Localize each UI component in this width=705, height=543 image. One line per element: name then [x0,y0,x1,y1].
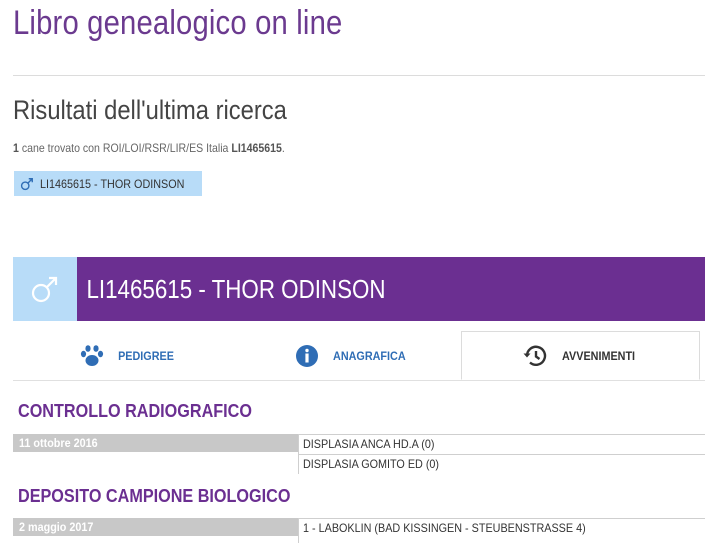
event-date-text: 2 maggio 2017 [19,520,94,534]
search-result-label: LI1465615 - THOR ODINSON [40,176,185,191]
tab-pedigree[interactable]: PEDIGREE [13,331,243,380]
male-icon [31,276,58,303]
result-text-end: . [281,141,285,155]
event-separator [298,518,299,543]
result-text: cane trovato con ROI/LOI/RSR/LIR/ES Ital… [21,141,229,155]
tab-anagrafica[interactable]: ANAGRAFICA [243,331,461,380]
info-icon [295,344,318,367]
event-title: DEPOSITO CAMPIONE BIOLOGICO [18,486,291,506]
tab-avvenimenti[interactable]: AVVENIMENTI [461,331,700,380]
paw-icon [80,344,104,366]
header-divider [13,75,705,76]
event-detail: 1 - LABOKLIN (BAD KISSINGEN - STEUBENSTR… [303,521,586,535]
search-results-heading: Risultati dell'ultima ricerca [13,95,287,125]
dog-title: LI1465615 - THOR ODINSON [86,274,386,304]
dog-tabs: PEDIGREE ANAGRAFICA AVVENIMENTI [13,331,705,381]
tabs-divider [13,380,705,381]
event-detail: DISPLASIA ANCA HD.A (0) [303,437,435,451]
result-count: 1 [13,141,19,155]
event-detail-divider [298,454,705,455]
dog-header: LI1465615 - THOR ODINSON [13,257,705,321]
event-date: 11 ottobre 2016 [13,434,298,452]
search-result-link[interactable]: LI1465615 - THOR ODINSON [14,171,202,196]
history-icon [523,345,547,366]
event-detail: DISPLASIA GOMITO ED (0) [303,457,440,471]
site-title: Libro genealogico on line [13,4,343,42]
tab-pedigree-label: PEDIGREE [118,348,174,363]
result-query: LI1465615 [231,141,282,155]
event-title: CONTROLLO RADIOGRAFICO [18,401,252,421]
event-date: 2 maggio 2017 [13,518,298,536]
tab-anagrafica-label: ANAGRAFICA [332,348,406,363]
male-icon [20,177,33,190]
tab-avvenimenti-label: AVVENIMENTI [561,348,636,363]
event-date-text: 11 ottobre 2016 [19,436,98,450]
event-divider [298,434,705,435]
search-result-summary: 1 cane trovato con ROI/LOI/RSR/LIR/ES It… [13,141,285,155]
sex-badge [13,257,77,321]
event-divider [298,518,705,519]
